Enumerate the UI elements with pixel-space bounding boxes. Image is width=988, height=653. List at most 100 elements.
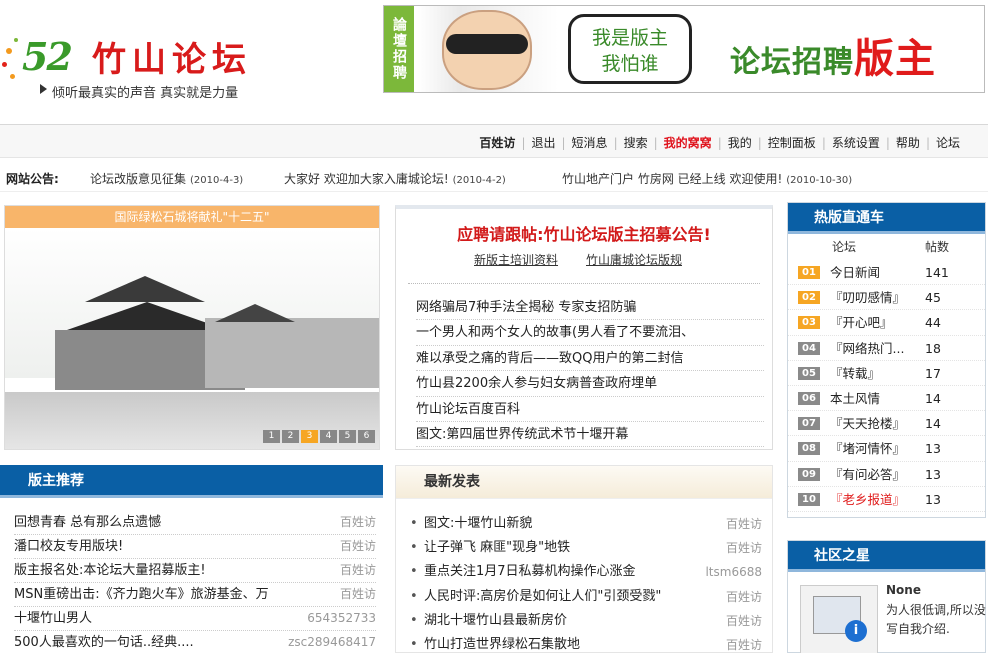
announcement-item[interactable]: 网络骗局7种手法全揭秘 专家支招防骗 — [416, 295, 764, 321]
recruit-banner[interactable]: 論壇招聘 我是版主 我怕谁 论坛招聘版主 — [383, 5, 985, 93]
post-title-link[interactable]: 回想青春 总有那么点遗憾 — [14, 511, 314, 534]
nav-link[interactable]: 系统设置 — [826, 136, 886, 150]
nav-link[interactable]: 退出 — [525, 136, 561, 150]
hot-board-count: 17 — [925, 365, 941, 381]
hot-board-name[interactable]: 『网络热门... — [830, 336, 915, 361]
hot-board-row[interactable]: 01 今日新闻 141 — [788, 260, 985, 286]
nav-link[interactable]: 帮助 — [890, 136, 926, 150]
slide-page-button[interactable]: 1 — [263, 430, 280, 443]
list-item: 500人最喜欢的一句话..经典.... zsc289468417 — [14, 631, 376, 653]
nav-link[interactable]: 我的窝窝 — [658, 136, 718, 150]
hot-board-name[interactable]: 『天天抢楼』 — [830, 411, 915, 436]
hot-board-row[interactable]: 07 『天天抢楼』 14 — [788, 411, 985, 437]
hot-board-row[interactable]: 08 『堵河情怀』 13 — [788, 436, 985, 462]
announcement-panel: 应聘请跟帖:竹山论坛版主招募公告! 新版主培训资料 竹山庸城论坛版规 网络骗局7… — [395, 205, 773, 450]
hot-board-row[interactable]: 05 『转载』 17 — [788, 361, 985, 386]
slide-photo-building — [205, 318, 379, 388]
post-author[interactable]: 百姓访 — [340, 535, 376, 558]
post-author[interactable]: 百姓访 — [340, 583, 376, 606]
community-star-title: 社区之星 — [788, 541, 985, 572]
announcement-sublink[interactable]: 新版主培训资料 — [474, 251, 558, 268]
list-item: 人民时评:高房价是如何让人们"引颈受戮" 百姓访 — [410, 585, 762, 609]
post-title-link[interactable]: 湖北十堰竹山县最新房价 — [424, 609, 714, 633]
rank-badge: 04 — [798, 341, 820, 355]
post-title-link[interactable]: 十堰竹山男人 — [14, 607, 314, 630]
hot-board-name[interactable]: 『开心吧』 — [830, 310, 915, 335]
post-title-link[interactable]: 500人最喜欢的一句话..经典.... — [14, 631, 314, 653]
announcement-item[interactable]: 竹山县2200余人参与妇女病普查政府埋单 — [416, 371, 764, 397]
hot-boards-list: 01 今日新闻 141 02 『叨叨感情』 45 03 『开心吧』 44 04 『网络热门... 18… — [788, 260, 985, 512]
hot-board-name[interactable]: 『叨叨感情』 — [830, 285, 915, 310]
notice-item[interactable]: 论坛改版意见征集 (2010-4-3) — [90, 170, 243, 187]
hot-board-row[interactable]: 02 『叨叨感情』 45 — [788, 285, 985, 311]
list-item: MSN重磅出击:《齐力跑火车》旅游基金、万 百姓访 — [14, 583, 376, 607]
rank-badge: 06 — [798, 391, 820, 405]
site-logo[interactable]: 52 竹山论坛 倾听最真实的声音 真实就是力量 — [0, 14, 290, 104]
slide-photo-roof — [67, 302, 227, 330]
logo-number: 52 — [22, 34, 73, 79]
slide-page-button[interactable]: 4 — [320, 430, 337, 443]
hot-board-name[interactable]: 『有问必答』 — [830, 462, 915, 487]
slide-caption[interactable]: 国际绿松石城将献礼"十二五" — [5, 206, 379, 228]
slide-page-button[interactable]: 5 — [339, 430, 356, 443]
nav-link[interactable]: 我的 — [722, 136, 758, 150]
post-author[interactable]: 百姓访 — [726, 633, 762, 653]
post-author[interactable]: 百姓访 — [726, 609, 762, 633]
post-title-link[interactable]: 版主报名处:本论坛大量招募版主! — [14, 559, 314, 582]
post-author[interactable]: zsc289468417 — [288, 631, 376, 653]
hot-board-name[interactable]: 『转载』 — [830, 361, 915, 386]
hot-board-count: 18 — [925, 340, 941, 356]
nav-link[interactable]: 搜索 — [618, 136, 654, 150]
post-title-link[interactable]: MSN重磅出击:《齐力跑火车》旅游基金、万 — [14, 583, 314, 606]
slide-page-button[interactable]: 3 — [301, 430, 318, 443]
post-title-link[interactable]: 让子弹飞 麻匪"现身"地铁 — [424, 536, 714, 560]
nav-link[interactable]: 短消息 — [566, 136, 614, 150]
slide-page-button[interactable]: 6 — [358, 430, 375, 443]
hot-board-name[interactable]: 『堵河情怀』 — [830, 436, 915, 461]
star-username[interactable]: None — [886, 583, 921, 597]
avatar[interactable]: i — [800, 585, 878, 653]
post-title-link[interactable]: 潘口校友专用版块! — [14, 535, 314, 558]
list-item: 竹山打造世界绿松石集散地百姓访 — [410, 633, 762, 653]
post-author[interactable]: 百姓访 — [726, 512, 762, 536]
banner-headline-red: 版主 — [854, 36, 936, 82]
notice-item[interactable]: 大家好 欢迎加大家入庸城论坛! (2010-4-2) — [284, 170, 506, 187]
nav-link[interactable]: 百姓访 — [473, 136, 521, 150]
bubble-line-2: 我怕谁 — [601, 53, 659, 75]
slide-photo-roof — [85, 276, 205, 302]
announcement-sublink[interactable]: 竹山庸城论坛版规 — [586, 251, 682, 268]
post-title-link[interactable]: 竹山打造世界绿松石集散地 — [424, 633, 714, 653]
announcement-item[interactable]: 一个男人和两个女人的故事(男人看了不要流泪、 — [416, 320, 764, 346]
announcement-list: 网络骗局7种手法全揭秘 专家支招防骗 一个男人和两个女人的故事(男人看了不要流泪、… — [416, 295, 764, 448]
post-author[interactable]: 百姓访 — [726, 585, 762, 609]
announcement-item[interactable]: 竹山论坛百度百科 — [416, 397, 764, 422]
nav-links: 百姓访 | 退出 | 短消息 | 搜索 | 我的窝窝 | 我的 | 控制面板 | 系统设置 | 帮助 | 论坛 — [473, 134, 966, 151]
hot-board-row[interactable]: 10 『老乡报道』 13 — [788, 487, 985, 512]
hot-board-name[interactable]: 本土风情 — [830, 386, 915, 411]
post-author[interactable]: 百姓访 — [340, 511, 376, 534]
announcement-item[interactable]: 难以承受之痛的背后——致QQ用户的第二封信 — [416, 346, 764, 372]
post-author[interactable]: ltsm6688 — [705, 560, 762, 584]
hot-board-row[interactable]: 06 本土风情 14 — [788, 386, 985, 412]
announcement-item[interactable]: 图文:第四届世界传统武术节十堰开幕 — [416, 422, 764, 448]
top-nav-bar: 百姓访 | 退出 | 短消息 | 搜索 | 我的窝窝 | 我的 | 控制面板 | 系统设置 | 帮助 | 论坛 — [0, 124, 988, 158]
slide-page-button[interactable]: 2 — [282, 430, 299, 443]
hot-board-row[interactable]: 09 『有问必答』 13 — [788, 462, 985, 487]
nav-link[interactable]: 控制面板 — [762, 136, 822, 150]
announcement-title[interactable]: 应聘请跟帖:竹山论坛版主招募公告! — [396, 221, 772, 245]
slide-photo-roof — [215, 304, 295, 322]
hot-board-row[interactable]: 04 『网络热门... 18 — [788, 336, 985, 361]
post-title-link[interactable]: 图文:十堰竹山新貌 — [424, 512, 714, 536]
post-author[interactable]: 654352733 — [307, 607, 376, 630]
post-title-link[interactable]: 人民时评:高房价是如何让人们"引颈受戮" — [424, 585, 714, 609]
hot-board-name[interactable]: 『老乡报道』 — [830, 487, 915, 512]
banner-side-label: 論壇招聘 — [384, 6, 414, 92]
post-title-link[interactable]: 重点关注1月7日私募机构操作心涨金 — [424, 560, 714, 584]
hot-board-name[interactable]: 今日新闻 — [830, 260, 915, 285]
nav-link[interactable]: 论坛 — [930, 136, 966, 150]
notice-item[interactable]: 竹山地产门户 竹房网 已经上线 欢迎使用! (2010-10-30) — [562, 170, 852, 187]
hot-board-row[interactable]: 03 『开心吧』 44 — [788, 310, 985, 336]
post-author[interactable]: 百姓访 — [340, 559, 376, 582]
image-slideshow[interactable]: 国际绿松石城将献礼"十二五" 123456 — [4, 205, 380, 450]
post-author[interactable]: 百姓访 — [726, 536, 762, 560]
